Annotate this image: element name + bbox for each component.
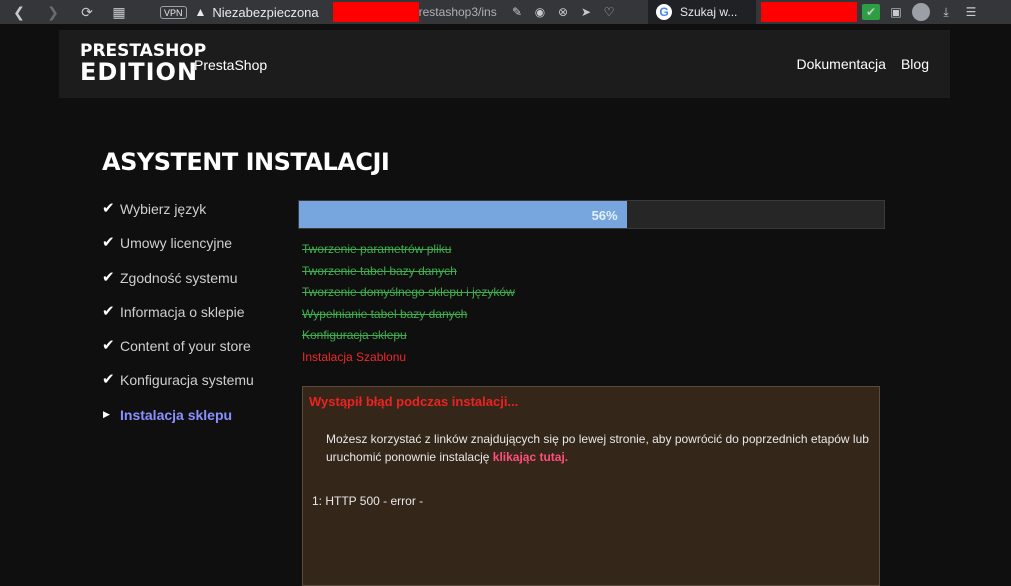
error-title: Wystąpił błąd podczas instalacji... xyxy=(309,394,519,409)
download-icon[interactable]: ⤓ xyxy=(937,5,955,20)
tabs-icon[interactable]: ▦ xyxy=(108,1,130,23)
page-title: ASYSTENT INSTALACJI xyxy=(102,148,390,176)
step-item[interactable]: ✔ Content of your store xyxy=(102,337,254,371)
camera-icon[interactable]: ◉ xyxy=(531,5,549,19)
google-icon: G xyxy=(656,4,672,20)
task-item: Tworzenie parametrów pliku xyxy=(302,242,452,256)
progress-fill: 56% xyxy=(299,201,627,228)
forward-icon[interactable]: ❯ xyxy=(42,1,64,23)
progress-label: 56% xyxy=(591,208,618,223)
send-icon[interactable]: ➤ xyxy=(577,5,595,19)
back-icon[interactable]: ❮ xyxy=(8,1,30,23)
site-header: PRESTASHOP EDITION PrestaShop Dokumentac… xyxy=(59,30,950,98)
redacted-block xyxy=(761,2,857,22)
check-icon: ✔ xyxy=(102,371,115,389)
step-item-current: ▶ Instalacja sklepu xyxy=(102,406,254,440)
check-icon: ✔ xyxy=(102,234,115,252)
check-icon: ✔ xyxy=(102,302,115,320)
error-message-text: Możesz korzystać z linków znajdujących s… xyxy=(326,432,869,464)
url-text[interactable]: restashop3/ins xyxy=(419,5,497,19)
redacted-block xyxy=(332,2,419,22)
vpn-badge[interactable]: VPN xyxy=(160,5,187,19)
task-item: Tworzenie tabel bazy danych xyxy=(302,263,457,278)
step-label: Zgodność systemu xyxy=(120,269,238,286)
error-panel: Wystąpił błąd podczas instalacji... Może… xyxy=(302,386,880,586)
step-item[interactable]: ✔ Informacja o sklepie xyxy=(102,303,254,337)
error-detail: 1: HTTP 500 - error - xyxy=(312,494,424,508)
install-steps: ✔ Wybierz język ✔ Umowy licencyjne ✔ Zgodno… xyxy=(102,200,254,440)
install-progress-bar: 56% xyxy=(298,200,885,229)
step-label: Content of your store xyxy=(120,338,251,355)
nav-link-dokumentacja[interactable]: Dokumentacja xyxy=(796,56,886,72)
extension-check-icon[interactable]: ✔ xyxy=(862,4,880,20)
error-message: Możesz korzystać z linków znajdujących s… xyxy=(326,430,876,466)
step-item[interactable]: ✔ Wybierz język xyxy=(102,200,254,234)
task-item-error: Instalacja Szablonu xyxy=(302,349,407,364)
step-label: Informacja o sklepie xyxy=(120,303,245,320)
security-status[interactable]: Niezabezpieczona xyxy=(212,5,318,20)
check-icon: ✔ xyxy=(102,268,115,286)
reload-icon[interactable]: ⟳ xyxy=(76,1,98,23)
step-label: Instalacja sklepu xyxy=(120,406,233,423)
cube-icon[interactable]: ▣ xyxy=(887,5,905,19)
browser-toolbar: ❮ ❯ ⟳ ▦ VPN ▲ Niezabezpieczona restashop… xyxy=(0,0,1011,24)
logo-subtitle: PrestaShop xyxy=(194,57,268,73)
retry-link[interactable]: klikając tutaj. xyxy=(493,450,568,464)
logo-line2: EDITION xyxy=(80,58,199,86)
caret-right-icon: ▶ xyxy=(103,408,110,419)
step-item[interactable]: ✔ Umowy licencyjne xyxy=(102,234,254,268)
task-item: Wypełnianie tabel bazy danych xyxy=(302,306,468,321)
step-item[interactable]: ✔ Zgodność systemu xyxy=(102,269,254,303)
prestashop-logo[interactable]: PRESTASHOP EDITION xyxy=(80,42,206,84)
step-item[interactable]: ✔ Konfiguracja systemu xyxy=(102,371,254,405)
search-tab-label: Szukaj w... xyxy=(680,5,738,19)
task-item: Konfiguracja sklepu xyxy=(302,328,407,343)
step-label: Umowy licencyjne xyxy=(120,235,233,252)
close-circle-icon[interactable]: ⊗ xyxy=(554,5,572,19)
menu-icon[interactable]: ☰ xyxy=(962,5,980,19)
search-tab[interactable]: G Szukaj w... xyxy=(648,0,756,24)
step-label: Wybierz język xyxy=(120,201,207,217)
check-icon: ✔ xyxy=(102,200,115,217)
share-icon[interactable]: ✎ xyxy=(508,5,526,19)
heart-icon[interactable]: ♡ xyxy=(600,5,618,19)
warning-icon[interactable]: ▲ xyxy=(195,5,207,19)
step-label: Konfiguracja systemu xyxy=(120,372,254,389)
avatar-icon[interactable] xyxy=(912,3,930,21)
nav-link-blog[interactable]: Blog xyxy=(901,56,929,72)
task-item: Tworzenie domyślnego sklepu i języków xyxy=(302,285,515,300)
top-nav: Dokumentacja Blog xyxy=(796,56,929,72)
check-icon: ✔ xyxy=(102,337,115,355)
install-task-list: Tworzenie parametrów pliku Tworzenie tab… xyxy=(302,240,515,370)
